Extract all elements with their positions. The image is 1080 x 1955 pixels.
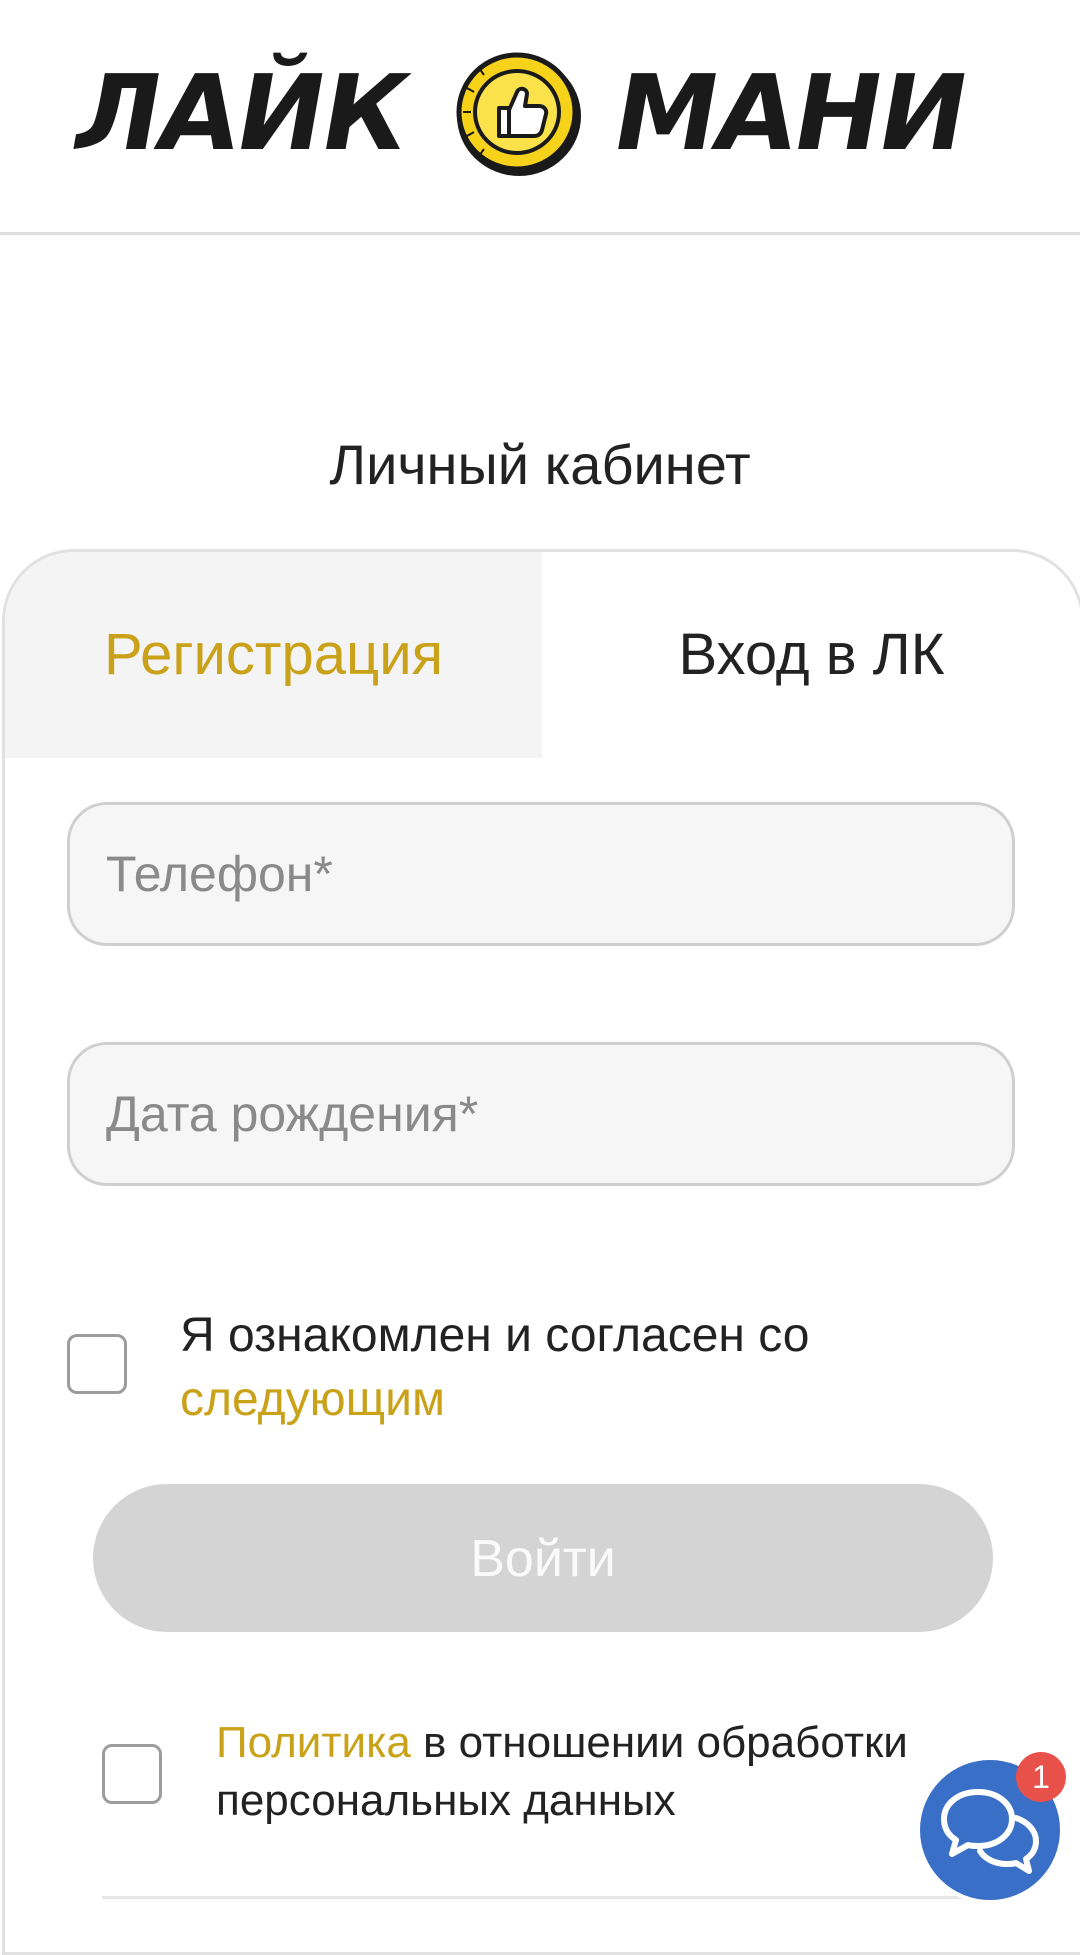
tab-login[interactable]: Вход в ЛК <box>542 552 1080 758</box>
phone-input[interactable] <box>70 805 1012 943</box>
logo-word-left: ЛАЙК <box>64 52 417 174</box>
divider <box>102 1896 1002 1899</box>
agree-text: Я ознакомлен и согласен со следующим <box>180 1304 1000 1432</box>
agree-link[interactable]: следующим <box>180 1373 445 1426</box>
coin-thumbs-up-icon <box>456 52 581 176</box>
page-title: Личный кабинет <box>329 433 751 496</box>
login-button[interactable]: Войти <box>93 1484 993 1632</box>
notification-badge: 1 <box>1016 1752 1066 1802</box>
birthdate-input[interactable] <box>70 1045 1012 1183</box>
tab-registration[interactable]: Регистрация <box>5 552 542 758</box>
agree-checkbox[interactable] <box>67 1334 127 1394</box>
policy-link[interactable]: Политика <box>216 1718 411 1767</box>
brand-logo[interactable]: ЛАЙК МАНИ <box>64 48 976 178</box>
logo-word-right: МАНИ <box>604 52 976 174</box>
phone-field[interactable] <box>67 802 1015 946</box>
agree-label: Я ознакомлен и согласен со <box>180 1309 810 1362</box>
app-header: ЛАЙК МАНИ <box>0 0 1080 235</box>
birthdate-field[interactable] <box>67 1042 1015 1186</box>
auth-card: Регистрация Вход в ЛК Я ознакомлен и сог… <box>2 549 1080 1955</box>
policy-checkbox[interactable] <box>102 1744 162 1804</box>
policy-text: Политика в отношении обработки персональ… <box>216 1714 976 1830</box>
